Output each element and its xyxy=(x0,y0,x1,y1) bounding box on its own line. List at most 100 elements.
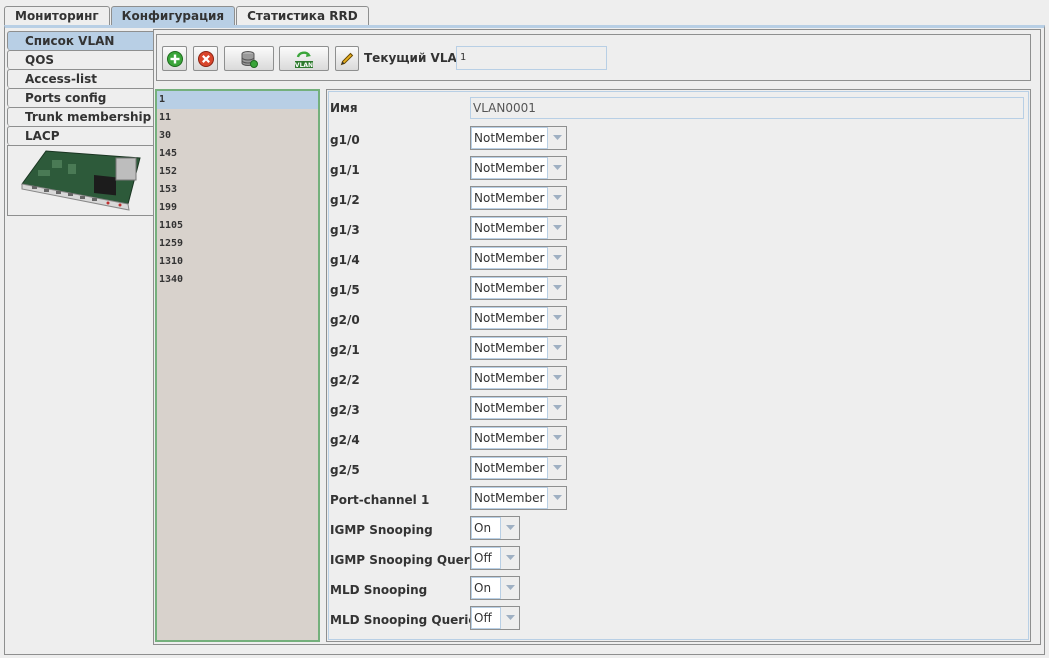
top-tab[interactable]: Статистика RRD xyxy=(236,6,369,26)
select-value: NotMember xyxy=(471,367,548,389)
database-icon xyxy=(241,50,258,68)
chevron-down-icon xyxy=(553,135,562,140)
dropdown-button[interactable] xyxy=(547,277,566,299)
membership-select[interactable]: Off xyxy=(470,546,520,570)
dropdown-button[interactable] xyxy=(547,247,566,269)
field-label: MLD Snooping Querier xyxy=(330,613,483,627)
dropdown-button[interactable] xyxy=(547,487,566,509)
top-tab[interactable]: Конфигурация xyxy=(110,6,236,26)
dropdown-button[interactable] xyxy=(500,607,519,629)
vlan-list-item[interactable]: 11 xyxy=(157,109,318,127)
dropdown-button[interactable] xyxy=(500,517,519,539)
select-value: NotMember xyxy=(471,427,548,449)
refresh-vlan-button[interactable]: VLAN xyxy=(279,46,329,71)
field-label: g1/5 xyxy=(330,283,360,297)
membership-select[interactable]: NotMember xyxy=(470,216,567,240)
select-value: On xyxy=(471,577,501,599)
chevron-down-icon xyxy=(553,345,562,350)
select-value: NotMember xyxy=(471,277,548,299)
vlan-refresh-icon: VLAN xyxy=(295,51,313,69)
membership-select[interactable]: NotMember xyxy=(470,486,567,510)
dropdown-button[interactable] xyxy=(547,187,566,209)
vlan-list-item[interactable]: 30 xyxy=(157,127,318,145)
dropdown-button[interactable] xyxy=(547,367,566,389)
dropdown-button[interactable] xyxy=(547,127,566,149)
chevron-down-icon xyxy=(553,225,562,230)
membership-select[interactable]: NotMember xyxy=(470,276,567,300)
vlan-list-item[interactable]: 1310 xyxy=(157,253,318,271)
side-tab[interactable]: Список VLAN xyxy=(7,31,154,50)
dropdown-button[interactable] xyxy=(547,397,566,419)
chevron-down-icon xyxy=(553,315,562,320)
select-value: NotMember xyxy=(471,307,548,329)
dropdown-button[interactable] xyxy=(547,427,566,449)
svg-text:VLAN: VLAN xyxy=(295,62,313,69)
dropdown-button[interactable] xyxy=(547,157,566,179)
vlan-list-item[interactable]: 1105 xyxy=(157,217,318,235)
dropdown-button[interactable] xyxy=(547,217,566,239)
membership-select[interactable]: Off xyxy=(470,606,520,630)
chevron-down-icon xyxy=(506,585,515,590)
membership-select[interactable]: NotMember xyxy=(470,456,567,480)
membership-select[interactable]: NotMember xyxy=(470,366,567,390)
field-label: g1/1 xyxy=(330,163,360,177)
side-tab[interactable]: Access-list xyxy=(7,69,154,88)
membership-select[interactable]: NotMember xyxy=(470,396,567,420)
field-label: g2/1 xyxy=(330,343,360,357)
membership-select[interactable]: On xyxy=(470,516,520,540)
top-tab[interactable]: Мониторинг xyxy=(4,6,110,26)
membership-select[interactable]: On xyxy=(470,576,520,600)
membership-select[interactable]: NotMember xyxy=(470,306,567,330)
chevron-down-icon xyxy=(553,495,562,500)
save-database-button[interactable] xyxy=(224,46,274,71)
edit-vlan-button[interactable] xyxy=(335,46,359,71)
delete-icon xyxy=(197,50,214,67)
dropdown-button[interactable] xyxy=(547,337,566,359)
select-value: On xyxy=(471,517,501,539)
side-tab[interactable]: Trunk membership xyxy=(7,107,154,126)
side-tab[interactable]: QOS xyxy=(7,50,154,69)
field-label: g2/3 xyxy=(330,403,360,417)
dropdown-button[interactable] xyxy=(500,547,519,569)
vlan-name-field[interactable]: VLAN0001 xyxy=(470,97,1024,119)
dropdown-button[interactable] xyxy=(547,457,566,479)
membership-select[interactable]: NotMember xyxy=(470,126,567,150)
select-value: NotMember xyxy=(471,247,548,269)
side-tab[interactable]: LACP xyxy=(7,126,154,145)
vlan-list-item[interactable]: 199 xyxy=(157,199,318,217)
field-label: g1/4 xyxy=(330,253,360,267)
add-vlan-button[interactable] xyxy=(162,46,187,71)
side-tab[interactable]: Ports config xyxy=(7,88,154,107)
vlan-list-item[interactable]: 1 xyxy=(157,91,318,109)
current-vlan-field[interactable]: 1 xyxy=(456,46,607,70)
membership-select[interactable]: NotMember xyxy=(470,336,567,360)
membership-select[interactable]: NotMember xyxy=(470,156,567,180)
vlan-list-item[interactable]: 145 xyxy=(157,145,318,163)
chevron-down-icon xyxy=(553,165,562,170)
vlan-list[interactable]: 1 11 30 145 152 153 199 1105 1259 1310 1340 xyxy=(155,89,320,642)
delete-vlan-button[interactable] xyxy=(193,46,218,71)
select-value: NotMember xyxy=(471,127,548,149)
select-value: Off xyxy=(471,547,501,569)
vlan-list-item[interactable]: 1340 xyxy=(157,271,318,289)
dropdown-button[interactable] xyxy=(547,307,566,329)
vlan-list-item[interactable]: 152 xyxy=(157,163,318,181)
membership-select[interactable]: NotMember xyxy=(470,426,567,450)
vlan-list-item[interactable]: 1259 xyxy=(157,235,318,253)
membership-select[interactable]: NotMember xyxy=(470,246,567,270)
switch-module-image xyxy=(21,150,141,211)
chevron-down-icon xyxy=(553,255,562,260)
dropdown-button[interactable] xyxy=(500,577,519,599)
side-tab-bar: Список VLAN QOS Access-list Ports config Tru… xyxy=(7,31,154,145)
membership-select[interactable]: NotMember xyxy=(470,186,567,210)
vlan-list-item[interactable]: 153 xyxy=(157,181,318,199)
field-label: g2/2 xyxy=(330,373,360,387)
top-tab-bar: Мониторинг Конфигурация Статистика RRD xyxy=(4,6,370,26)
chevron-down-icon xyxy=(553,285,562,290)
device-image-panel xyxy=(7,145,154,216)
field-label: g2/5 xyxy=(330,463,360,477)
select-value: NotMember xyxy=(471,337,548,359)
select-value: NotMember xyxy=(471,217,548,239)
chevron-down-icon xyxy=(553,435,562,440)
field-label: MLD Snooping xyxy=(330,583,428,597)
